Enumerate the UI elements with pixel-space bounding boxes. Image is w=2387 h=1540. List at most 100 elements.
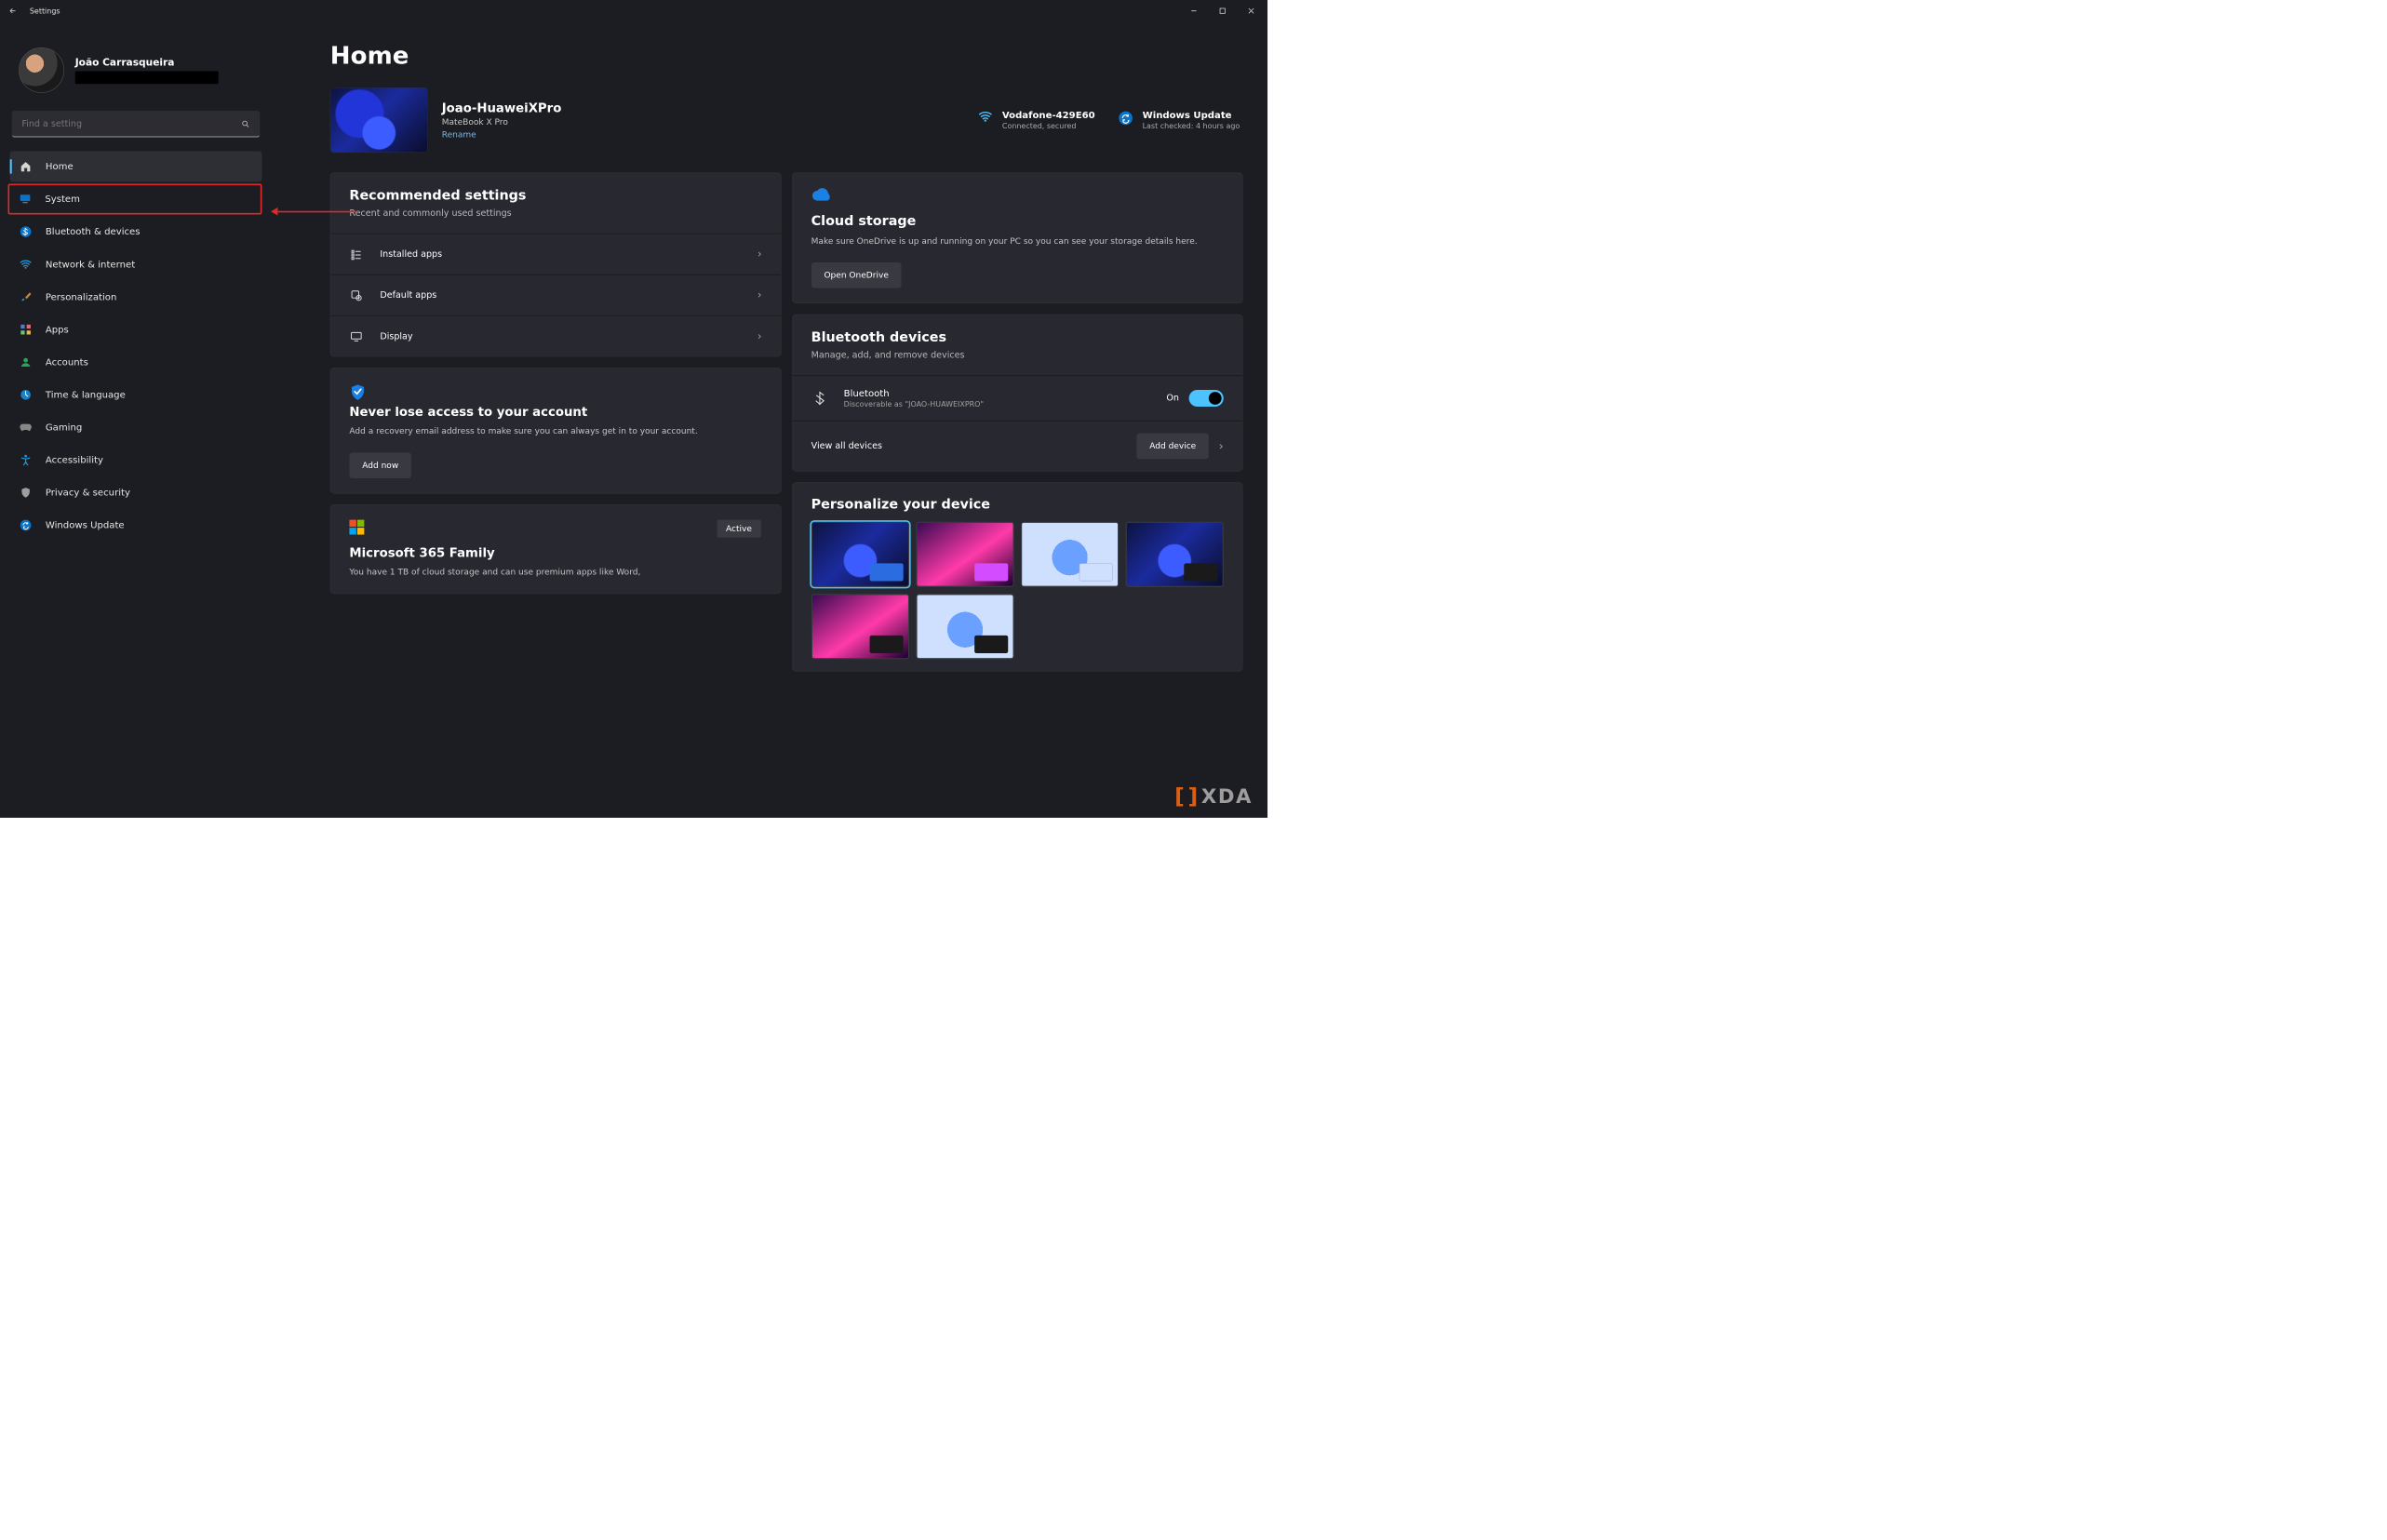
clock-globe-icon [19, 388, 33, 402]
shield-icon [19, 486, 33, 500]
nav-gaming[interactable]: Gaming [10, 412, 262, 443]
nav-personalization[interactable]: Personalization [10, 282, 262, 313]
theme-option-2[interactable] [916, 522, 1013, 587]
nav-label: Time & language [46, 389, 126, 400]
nav-label: Accounts [46, 356, 88, 368]
back-button[interactable] [2, 0, 23, 21]
bluetooth-toggle[interactable] [1189, 390, 1224, 407]
pc-name: Joao-HuaweiXPro [442, 100, 562, 114]
accessibility-icon [19, 453, 33, 467]
search-box[interactable] [12, 111, 261, 138]
account-title: Never lose access to your account [349, 405, 761, 419]
cloud-body: Make sure OneDrive is up and running on … [811, 235, 1224, 248]
avatar [19, 47, 64, 93]
page-title: Home [330, 42, 1243, 70]
wifi-icon [19, 258, 33, 272]
nav-accounts[interactable]: Accounts [10, 347, 262, 378]
theme-option-1[interactable] [811, 522, 909, 587]
personalize-card: Personalize your device [792, 482, 1243, 671]
theme-option-6[interactable] [916, 594, 1013, 659]
nav-label: Windows Update [46, 520, 125, 531]
open-onedrive-button[interactable]: Open OneDrive [811, 262, 902, 288]
bluetooth-toggle-row[interactable]: Bluetooth Discoverable as "JOAO-HUAWEIXP… [792, 375, 1241, 421]
chevron-right-icon: › [758, 289, 762, 301]
apps-list-icon [349, 248, 363, 261]
maximize-button[interactable] [1208, 0, 1237, 21]
nav-label: Bluetooth & devices [46, 226, 141, 237]
sync-icon [1118, 111, 1133, 126]
recommended-title: Recommended settings [349, 188, 761, 203]
nav-label: Network & internet [46, 259, 135, 270]
m365-body: You have 1 TB of cloud storage and can u… [349, 567, 761, 579]
chevron-right-icon: › [758, 330, 762, 342]
recommended-installed-apps[interactable]: Installed apps › [330, 234, 780, 275]
recommended-sub: Recent and commonly used settings [349, 208, 761, 219]
search-icon [241, 120, 250, 129]
nav-privacy[interactable]: Privacy & security [10, 477, 262, 508]
bluetooth-title: Bluetooth devices [811, 329, 1224, 344]
nav-system[interactable]: System [7, 184, 261, 215]
chevron-right-icon: › [758, 248, 762, 261]
bluetooth-icon [811, 391, 828, 405]
titlebar: Settings [0, 0, 1267, 21]
wifi-name: Vodafone-429E60 [1002, 110, 1095, 121]
wifi-icon [977, 111, 993, 123]
person-icon [19, 355, 33, 369]
nav-network[interactable]: Network & internet [10, 249, 262, 280]
status-wifi[interactable]: Vodafone-429E60 Connected, secured [977, 110, 1094, 130]
wifi-sub: Connected, secured [1002, 122, 1095, 131]
nav-label: Apps [46, 324, 69, 335]
microsoft-logo-icon [349, 520, 364, 535]
bluetooth-card: Bluetooth devices Manage, add, and remov… [792, 315, 1243, 472]
nav-label: System [45, 194, 80, 205]
rename-link[interactable]: Rename [442, 129, 562, 140]
row-label: Default apps [380, 290, 436, 301]
view-all-devices-link[interactable]: View all devices [811, 441, 882, 451]
m365-card: Active Microsoft 365 Family You have 1 T… [330, 504, 782, 594]
gamepad-icon [19, 421, 33, 435]
account-body: Add a recovery email address to make sur… [349, 426, 761, 438]
cloud-title: Cloud storage [811, 213, 1224, 228]
apps-icon [19, 323, 33, 337]
add-recovery-button[interactable]: Add now [349, 452, 411, 478]
sidebar: João Carrasqueira Home System [0, 21, 272, 817]
recommended-display[interactable]: Display › [330, 315, 780, 356]
profile-email-redacted [75, 71, 219, 84]
account-recovery-card: Never lose access to your account Add a … [330, 368, 782, 493]
nav-windows-update[interactable]: Windows Update [10, 510, 262, 541]
add-device-button[interactable]: Add device [1136, 434, 1209, 460]
m365-status-badge: Active [717, 520, 760, 538]
theme-option-3[interactable] [1021, 522, 1119, 587]
nav-label: Personalization [46, 291, 116, 302]
bluetooth-label: Bluetooth [844, 388, 984, 399]
m365-title: Microsoft 365 Family [349, 545, 761, 559]
update-sub: Last checked: 4 hours ago [1143, 122, 1240, 131]
profile-name: João Carrasqueira [75, 57, 219, 69]
update-name: Windows Update [1143, 110, 1240, 121]
main-content: Home Joao-HuaweiXPro MateBook X Pro Rena… [272, 21, 1267, 817]
personalize-title: Personalize your device [792, 483, 1241, 522]
bluetooth-state: On [1166, 393, 1179, 403]
nav-apps[interactable]: Apps [10, 315, 262, 345]
nav-home[interactable]: Home [10, 151, 262, 181]
recommended-default-apps[interactable]: Default apps › [330, 275, 780, 315]
pc-thumbnail[interactable] [330, 87, 428, 153]
nav-bluetooth[interactable]: Bluetooth & devices [10, 217, 262, 248]
bluetooth-footer-row: View all devices Add device › [792, 421, 1241, 471]
bluetooth-icon [19, 225, 33, 239]
theme-option-4[interactable] [1125, 522, 1223, 587]
theme-option-5[interactable] [811, 594, 909, 659]
pc-model: MateBook X Pro [442, 117, 562, 127]
system-icon [19, 193, 33, 207]
minimize-button[interactable] [1179, 0, 1208, 21]
nav-time-language[interactable]: Time & language [10, 380, 262, 410]
annotation-arrow [271, 208, 356, 215]
search-input[interactable] [12, 111, 261, 138]
nav-label: Home [46, 161, 74, 172]
bluetooth-desc: Discoverable as "JOAO-HUAWEIXPRO" [844, 399, 984, 408]
nav-accessibility[interactable]: Accessibility [10, 445, 262, 475]
close-button[interactable] [1237, 0, 1266, 21]
status-windows-update[interactable]: Windows Update Last checked: 4 hours ago [1118, 110, 1240, 130]
profile-block[interactable]: João Carrasqueira [10, 47, 262, 111]
home-icon [19, 160, 33, 174]
